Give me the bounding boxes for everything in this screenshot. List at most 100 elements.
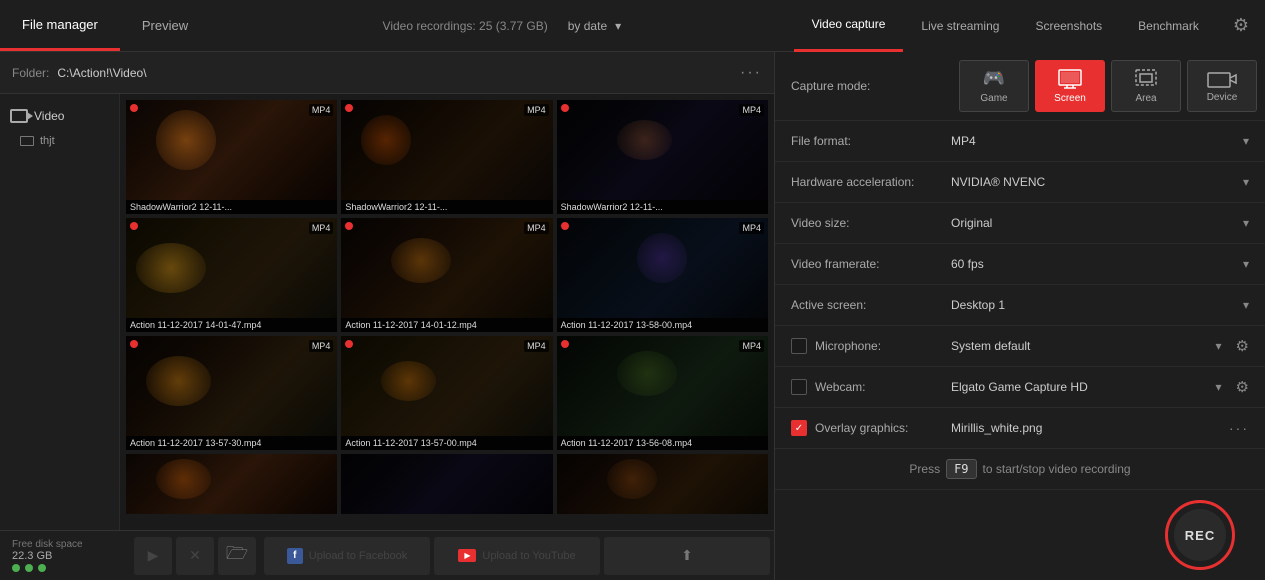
- video-thumb[interactable]: MP4 Action 11-12-2017 13-57-30.mp4: [126, 336, 337, 450]
- video-thumb[interactable]: MP4 Action 11-12-2017 14-01-47.mp4: [126, 218, 337, 332]
- thumb-rec-dot: [561, 340, 569, 348]
- thumb-badge: MP4: [309, 222, 334, 234]
- video-thumb[interactable]: MP4 Action 11-12-2017 14-01-12.mp4: [341, 218, 552, 332]
- video-thumb[interactable]: MP4 Action 11-12-2017 13-57-00.mp4: [341, 336, 552, 450]
- overlay-value: Mirillis_white.png: [951, 421, 1221, 435]
- video-thumb[interactable]: MP4 ShadowWarrior2 12-11-...: [126, 100, 337, 214]
- webcam-checkbox[interactable]: [791, 379, 807, 395]
- tab-benchmark[interactable]: Benchmark: [1120, 0, 1217, 52]
- tab-video-capture[interactable]: Video capture: [794, 0, 904, 52]
- webcam-gear-icon[interactable]: ⚙: [1236, 378, 1249, 396]
- video-framerate-row: Video framerate: 60 fps ▾: [775, 244, 1265, 285]
- export-arrow-icon: ⬆: [681, 547, 693, 564]
- overlay-row: Overlay graphics: Mirillis_white.png ···: [775, 408, 1265, 449]
- video-thumb[interactable]: [126, 454, 337, 514]
- capture-mode-row: Capture mode: 🎮 Game Screen: [775, 52, 1265, 121]
- overlay-label: Overlay graphics:: [815, 421, 908, 435]
- tab-preview[interactable]: Preview: [120, 0, 210, 51]
- folder-label: Folder:: [12, 66, 49, 80]
- video-thumb[interactable]: [341, 454, 552, 514]
- scene-light: [156, 459, 211, 499]
- scene-light: [136, 243, 206, 293]
- hardware-accel-select[interactable]: NVIDIA® NVENC ▾: [951, 175, 1249, 189]
- active-screen-select[interactable]: Desktop 1 ▾: [951, 298, 1249, 312]
- microphone-gear-icon[interactable]: ⚙: [1236, 337, 1249, 355]
- shortcut-action-text: to start/stop video recording: [983, 462, 1131, 476]
- video-thumb[interactable]: MP4 ShadowWarrior2 12-11-...: [341, 100, 552, 214]
- sort-dropdown[interactable]: by date ▾: [568, 19, 621, 33]
- disk-label: Free disk space: [12, 539, 118, 550]
- tab-live-streaming[interactable]: Live streaming: [903, 0, 1017, 52]
- header-info-bar: Video recordings: 25 (3.77 GB) by date ▾: [210, 0, 793, 52]
- thumb-label: Action 11-12-2017 14-01-12.mp4: [341, 318, 552, 332]
- play-button[interactable]: ▶: [134, 537, 172, 575]
- video-thumb[interactable]: MP4 Action 11-12-2017 13-56-08.mp4: [557, 336, 768, 450]
- video-size-value: Original: [951, 216, 1243, 230]
- video-size-select[interactable]: Original ▾: [951, 216, 1249, 230]
- file-format-select[interactable]: MP4 ▾: [951, 134, 1249, 148]
- hardware-accel-label: Hardware acceleration:: [791, 175, 951, 189]
- delete-button[interactable]: ✕: [176, 537, 214, 575]
- upload-youtube-label: Upload to YouTube: [482, 550, 575, 562]
- microphone-checkbox[interactable]: [791, 338, 807, 354]
- disk-info-section: Free disk space 22.3 GB: [0, 535, 130, 576]
- open-folder-button[interactable]: 🗁: [218, 537, 256, 575]
- thumb-rec-dot: [345, 222, 353, 230]
- facebook-icon: f: [287, 548, 303, 564]
- thumb-label: ShadowWarrior2 12-11-...: [341, 200, 552, 214]
- thumb-image: MP4: [557, 336, 768, 436]
- capture-mode-area[interactable]: Area: [1111, 60, 1181, 112]
- capture-mode-game[interactable]: 🎮 Game: [959, 60, 1029, 112]
- hardware-accel-value: NVIDIA® NVENC: [951, 175, 1243, 189]
- upload-facebook-label: Upload to Facebook: [309, 550, 407, 562]
- webcam-chevron-icon: ▾: [1216, 380, 1222, 394]
- overlay-more-icon[interactable]: ···: [1229, 420, 1249, 436]
- export-button[interactable]: ⬆: [604, 537, 770, 575]
- upload-facebook-button[interactable]: f Upload to Facebook: [264, 537, 430, 575]
- upload-youtube-button[interactable]: ▶ Upload to YouTube: [434, 537, 600, 575]
- active-screen-value: Desktop 1: [951, 298, 1243, 312]
- video-thumb[interactable]: MP4 Action 11-12-2017 13-58-00.mp4: [557, 218, 768, 332]
- webcam-checkbox-area: Webcam:: [791, 379, 951, 395]
- microphone-value: System default: [951, 339, 1216, 353]
- capture-mode-screen[interactable]: Screen: [1035, 60, 1105, 112]
- sidebar-item-thjt[interactable]: thjt: [0, 130, 119, 152]
- overlay-checkbox-area: Overlay graphics:: [791, 420, 951, 436]
- microphone-label: Microphone:: [815, 339, 881, 353]
- overlay-checkbox[interactable]: [791, 420, 807, 436]
- video-thumb[interactable]: [557, 454, 768, 514]
- thumb-rec-dot: [345, 104, 353, 112]
- video-thumb[interactable]: MP4 ShadowWarrior2 12-11-...: [557, 100, 768, 214]
- folder-more-icon[interactable]: ···: [740, 64, 762, 82]
- disk-size: 22.3 GB: [12, 550, 118, 562]
- file-format-value: MP4: [951, 134, 1243, 148]
- folder-path: C:\Action!\Video\: [57, 66, 740, 80]
- rec-button-area: REC: [775, 490, 1265, 580]
- tab-file-manager[interactable]: File manager: [0, 0, 120, 51]
- game-icon: 🎮: [983, 68, 1005, 89]
- video-folder-icon: [10, 109, 28, 123]
- thumb-rec-dot: [561, 222, 569, 230]
- video-framerate-select[interactable]: 60 fps ▾: [951, 257, 1249, 271]
- shortcut-row: Press F9 to start/stop video recording: [775, 449, 1265, 490]
- tab-screenshots[interactable]: Screenshots: [1017, 0, 1120, 52]
- rec-button[interactable]: REC: [1165, 500, 1235, 570]
- sidebar-thjt-label: thjt: [40, 135, 55, 147]
- video-size-row: Video size: Original ▾: [775, 203, 1265, 244]
- thumb-label: Action 11-12-2017 13-58-00.mp4: [557, 318, 768, 332]
- video-grid: MP4 ShadowWarrior2 12-11-... MP4 ShadowW…: [126, 100, 768, 514]
- settings-gear-icon[interactable]: ⚙: [1217, 0, 1265, 52]
- microphone-row: Microphone: System default ▾ ⚙: [775, 326, 1265, 367]
- press-text: Press: [909, 462, 940, 476]
- active-screen-row: Active screen: Desktop 1 ▾: [775, 285, 1265, 326]
- capture-mode-label: Capture mode:: [791, 79, 951, 93]
- thumb-image: MP4: [341, 336, 552, 436]
- recordings-count: Video recordings: 25 (3.77 GB): [383, 19, 548, 33]
- video-grid-area[interactable]: MP4 ShadowWarrior2 12-11-... MP4 ShadowW…: [120, 94, 774, 530]
- sidebar-item-video[interactable]: Video: [0, 102, 119, 130]
- thumb-image: MP4: [557, 218, 768, 318]
- capture-mode-device[interactable]: Device: [1187, 60, 1257, 112]
- thumb-rec-dot: [130, 104, 138, 112]
- disk-status-dots: [12, 564, 118, 572]
- thumb-rec-dot: [130, 340, 138, 348]
